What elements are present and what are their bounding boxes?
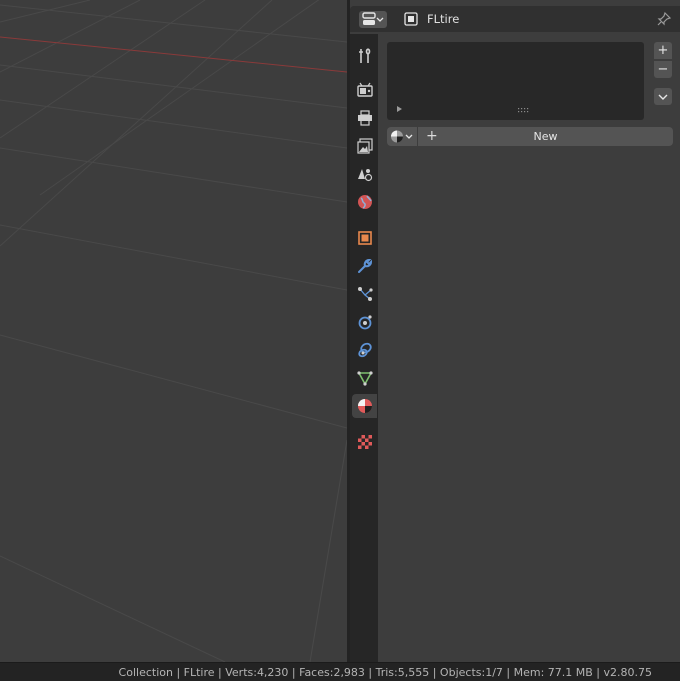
- tab-modifiers[interactable]: [352, 254, 377, 278]
- status-bar: Collection | FLtire | Verts:4,230 | Face…: [0, 662, 680, 681]
- material-specials-button[interactable]: [654, 88, 672, 105]
- tab-texture[interactable]: [352, 430, 377, 454]
- x-axis-line: [0, 36, 347, 73]
- object-icon: [358, 231, 372, 245]
- tab-material[interactable]: [352, 394, 377, 418]
- browse-material-button[interactable]: [387, 127, 417, 146]
- expand-arrow-icon[interactable]: [397, 106, 402, 112]
- properties-editor: FLtire + − + New: [350, 0, 680, 662]
- tab-physics[interactable]: [352, 310, 377, 334]
- printer-icon: [358, 110, 372, 126]
- properties-editor-icon: [362, 12, 384, 25]
- viewport-grid: [0, 0, 347, 662]
- tab-object[interactable]: [352, 226, 377, 250]
- tab-view-layer[interactable]: [352, 134, 377, 158]
- mesh-data-icon: [357, 371, 373, 386]
- image-icon: [357, 138, 373, 154]
- new-material-label: New: [533, 130, 558, 143]
- constraint-icon: [358, 342, 372, 358]
- pin-icon[interactable]: [656, 11, 672, 27]
- editor-type-button[interactable]: [359, 11, 387, 28]
- scene-icon: [358, 169, 373, 182]
- tab-world[interactable]: [352, 190, 377, 214]
- material-slot-list[interactable]: [387, 42, 644, 120]
- add-material-slot-button[interactable]: +: [654, 42, 672, 59]
- particles-icon: [358, 287, 373, 301]
- resize-grip-icon[interactable]: [518, 108, 530, 113]
- new-material-button[interactable]: + New: [418, 127, 673, 146]
- context-object-name: FLtire: [427, 12, 460, 26]
- material-browse-icon: [391, 130, 413, 143]
- scene-statistics: Collection | FLtire | Verts:4,230 | Face…: [118, 666, 652, 679]
- remove-material-slot-button[interactable]: −: [654, 61, 672, 78]
- wrench-icon: [358, 258, 373, 273]
- tab-output[interactable]: [352, 106, 377, 130]
- 3d-viewport[interactable]: [0, 0, 347, 662]
- physics-icon: [358, 315, 372, 330]
- material-icon: [358, 399, 372, 413]
- tab-scene[interactable]: [352, 162, 377, 186]
- tool-icon: [359, 48, 371, 63]
- properties-header: FLtire: [350, 6, 680, 32]
- tab-data[interactable]: [352, 366, 377, 390]
- tab-tool[interactable]: [352, 44, 377, 68]
- checker-texture-icon: [358, 435, 372, 449]
- tab-constraints[interactable]: [352, 338, 377, 362]
- object-data-icon: [404, 12, 418, 26]
- properties-tab-bar: [350, 34, 378, 662]
- chevron-down-icon: [658, 94, 668, 100]
- render-icon: [357, 82, 373, 97]
- tab-particles[interactable]: [352, 282, 377, 306]
- world-icon: [358, 195, 372, 209]
- tab-render[interactable]: [352, 78, 377, 102]
